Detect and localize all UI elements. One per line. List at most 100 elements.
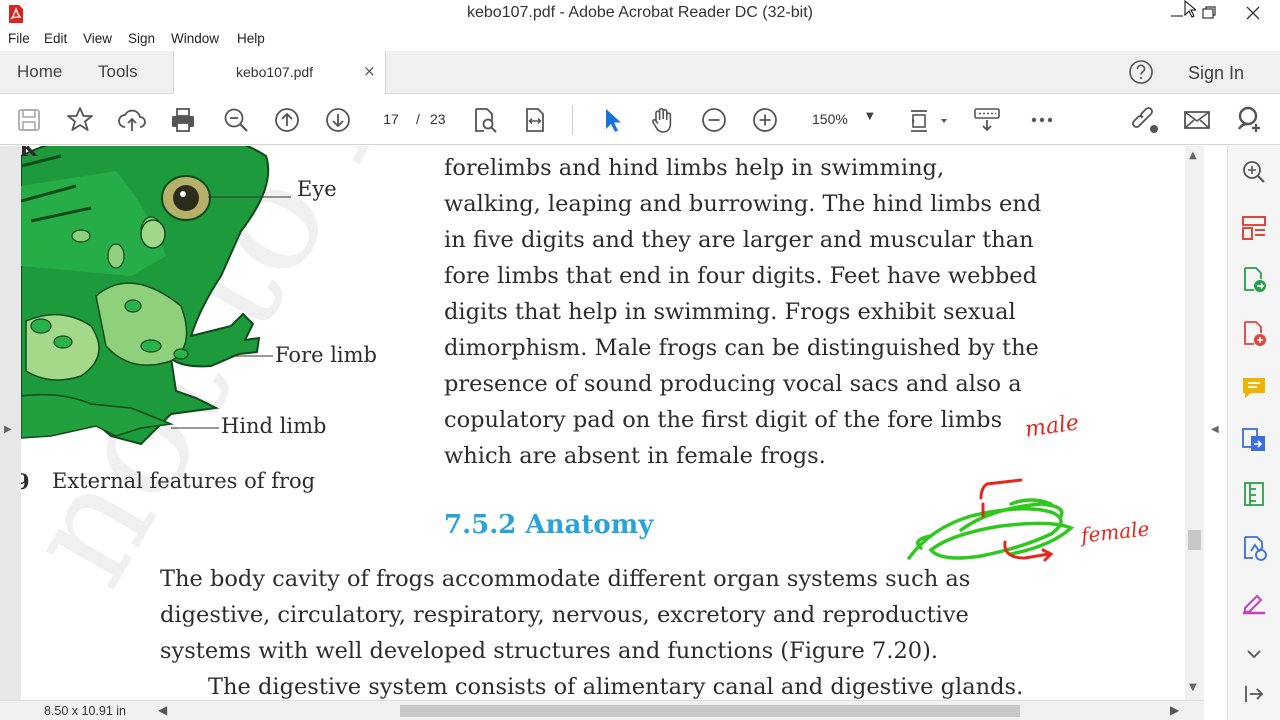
page-total: 23	[430, 111, 446, 127]
help-icon[interactable]	[1128, 59, 1154, 85]
close-icon	[1246, 6, 1260, 20]
menu-sign[interactable]: Sign	[128, 31, 155, 46]
keyboard-scroll-icon	[974, 108, 1000, 132]
edit-pdf-button[interactable]	[1240, 588, 1268, 616]
page-display-button[interactable]	[906, 105, 950, 135]
link-icon	[1132, 107, 1158, 133]
organize-pages-button[interactable]	[1240, 214, 1268, 242]
figure-caption: External features of frog	[52, 469, 316, 493]
save-button[interactable]	[14, 105, 44, 135]
upload-button[interactable]	[117, 105, 147, 135]
zoom-level-dropdown[interactable]: 150% ▼	[800, 105, 882, 133]
print-button[interactable]	[168, 105, 198, 135]
printer-icon	[172, 108, 194, 132]
tab-document[interactable]: kebo107.pdf ×	[173, 51, 386, 94]
label-eye: Eye	[297, 177, 337, 201]
toolbar: 17 / 23 150% ▼	[0, 95, 1280, 145]
page-separator: /	[416, 111, 420, 127]
select-tool-button[interactable]	[596, 105, 626, 135]
paragraph-line: dimorphism. Male frogs can be distinguis…	[444, 335, 1039, 361]
page-size-label: 8.50 x 10.91 in	[44, 704, 127, 718]
add-user-button[interactable]	[1234, 105, 1264, 135]
tab-home[interactable]: Home	[17, 62, 62, 82]
paragraph-line: walking, leaping and burrowing. The hind…	[444, 191, 1042, 217]
vertical-scrollbar[interactable]: ▲ ▼	[1185, 146, 1204, 700]
zoom-in-button[interactable]	[750, 105, 780, 135]
menu-file[interactable]: File	[8, 31, 30, 46]
comment-button[interactable]	[1240, 374, 1268, 402]
anatomy-line: The body cavity of frogs accommodate dif…	[160, 566, 971, 592]
create-pdf-icon	[1244, 321, 1266, 346]
page-search-icon	[475, 108, 497, 133]
send-for-review-button[interactable]	[1240, 426, 1268, 454]
search-tool-button[interactable]	[1240, 158, 1268, 186]
more-dots-icon	[1031, 117, 1053, 123]
scroll-mode-button[interactable]	[972, 105, 1002, 135]
collapse-right-panel-icon[interactable]: ◀	[1211, 424, 1219, 435]
tab-tools[interactable]: Tools	[98, 62, 138, 82]
section-heading: 7.5.2 Anatomy	[444, 510, 654, 540]
paragraph-line: in five digits and they are larger and m…	[444, 227, 1034, 253]
collapse-panel-button[interactable]	[1240, 680, 1268, 708]
pen-edit-icon	[1243, 594, 1265, 615]
title-bar: kebo107.pdf - Adobe Acrobat Reader DC (3…	[0, 0, 1280, 28]
fill-sign-icon	[1244, 536, 1267, 561]
restore-button[interactable]	[1192, 0, 1226, 26]
menu-help[interactable]: Help	[237, 31, 265, 46]
collapse-left-panel-icon[interactable]: ▶	[4, 424, 12, 435]
more-panel-tools-button[interactable]	[1240, 640, 1268, 668]
comment-icon	[1243, 378, 1265, 398]
close-window-button[interactable]	[1236, 0, 1270, 26]
arrow-right-bar-icon	[1245, 686, 1264, 702]
arrow-down-circle-icon	[326, 108, 350, 132]
scroll-right-icon[interactable]: ▶	[1170, 703, 1179, 717]
label-hind-limb: Hind limb	[221, 414, 327, 438]
toolbar-divider	[572, 105, 573, 135]
fill-sign-button[interactable]	[1240, 534, 1268, 562]
zoom-out-button[interactable]	[699, 105, 729, 135]
create-pdf-button[interactable]	[1240, 320, 1268, 348]
menu-view[interactable]: View	[83, 31, 112, 46]
paragraph-line: digits that help in swimming. Frogs exhi…	[444, 299, 1016, 325]
close-tab-icon[interactable]: ×	[363, 62, 376, 80]
mail-icon	[1184, 111, 1210, 129]
page-number-input[interactable]: 17	[371, 105, 411, 133]
export-pdf-icon	[1244, 267, 1266, 292]
share-link-button[interactable]	[1130, 105, 1160, 135]
sign-in-button[interactable]: Sign In	[1188, 63, 1244, 84]
restore-icon	[1202, 6, 1216, 19]
tab-bar: Home Tools kebo107.pdf × Sign In	[0, 51, 1280, 94]
right-tools-panel	[1227, 146, 1280, 720]
export-pdf-button[interactable]	[1240, 266, 1268, 294]
hand-tool-button[interactable]	[647, 105, 677, 135]
bookmark-button[interactable]	[65, 105, 95, 135]
menu-window[interactable]: Window	[171, 31, 219, 46]
cloud-upload-icon	[118, 109, 146, 131]
paragraph-line: which are absent in female frogs.	[444, 443, 826, 469]
hand-icon	[652, 107, 672, 133]
more-tools-button[interactable]	[1027, 105, 1057, 135]
scroll-down-icon[interactable]: ▼	[1189, 682, 1197, 693]
email-button[interactable]	[1182, 105, 1212, 135]
acrobat-window: kebo107.pdf - Adobe Acrobat Reader DC (3…	[0, 0, 1280, 720]
horizontal-scrollbar[interactable]: 8.50 x 10.91 in ◀ ▶	[0, 700, 1204, 720]
find-text-button[interactable]	[469, 105, 499, 135]
star-icon	[67, 107, 93, 131]
menu-edit[interactable]: Edit	[44, 31, 67, 46]
send-review-icon	[1242, 428, 1265, 451]
save-icon	[18, 109, 40, 131]
horizontal-scroll-thumb[interactable]	[400, 705, 1020, 717]
minus-circle-icon	[702, 108, 726, 132]
pointer-arrow-icon	[606, 109, 621, 132]
document-viewport[interactable]: not to be Eye Fore limb Hind limb 9 Exte…	[0, 146, 1204, 700]
next-page-button[interactable]	[323, 105, 353, 135]
scroll-thumb[interactable]	[1188, 530, 1201, 550]
zoom-search-button[interactable]	[221, 105, 251, 135]
menu-bar: File Edit View Sign Window Help	[0, 28, 1280, 50]
paragraph-line: fore limbs that end in four digits. Feet…	[444, 263, 1038, 289]
compress-pdf-button[interactable]	[1240, 480, 1268, 508]
scroll-left-icon[interactable]: ◀	[158, 703, 167, 717]
fit-width-button[interactable]	[520, 105, 550, 135]
previous-page-button[interactable]	[272, 105, 302, 135]
scroll-up-icon[interactable]: ▲	[1189, 150, 1197, 161]
